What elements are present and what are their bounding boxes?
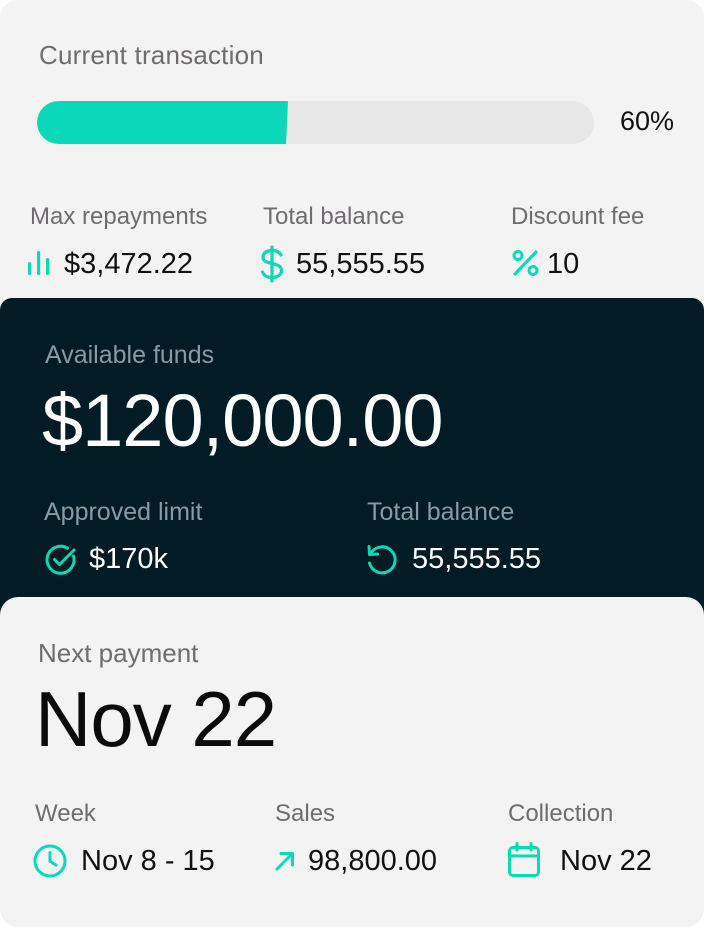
collection-value: Nov 22 xyxy=(560,845,652,877)
total-balance-label: Total balance xyxy=(263,203,405,230)
transaction-progress-bar xyxy=(37,101,594,144)
available-funds-label: Available funds xyxy=(45,341,215,369)
percent-icon xyxy=(511,249,541,282)
approved-limit-label: Approved limit xyxy=(44,498,203,526)
sales-label: Sales xyxy=(275,800,336,827)
next-payment-date: Nov 22 xyxy=(35,675,277,763)
available-funds-amount: $120,000.00 xyxy=(42,379,444,462)
arrow-up-right-icon xyxy=(273,849,297,878)
progress-percent: 60% xyxy=(620,106,675,136)
bar-chart-icon xyxy=(27,248,51,283)
transaction-title: Current transaction xyxy=(39,40,264,70)
funds-total-balance-value: 55,555.55 xyxy=(412,543,542,575)
progress-fill xyxy=(37,101,288,144)
funds-total-balance-label: Total balance xyxy=(367,498,515,526)
check-circle-icon xyxy=(44,543,78,582)
next-payment-label: Next payment xyxy=(38,638,199,668)
week-label: Week xyxy=(35,800,96,827)
collection-label: Collection xyxy=(508,800,614,827)
sales-value: 98,800.00 xyxy=(308,845,438,877)
approved-limit-value: $170k xyxy=(89,543,169,575)
clock-icon xyxy=(32,843,68,884)
week-value: Nov 8 - 15 xyxy=(81,845,215,877)
discount-fee-label: Discount fee xyxy=(511,203,645,230)
discount-fee-value: 10 xyxy=(547,248,580,280)
calendar-icon xyxy=(507,842,541,883)
total-balance-value: 55,555.55 xyxy=(296,248,426,280)
max-repayments-value: $3,472.22 xyxy=(64,248,194,280)
dashboard: Current transaction 60% Max repayments $… xyxy=(0,0,704,927)
max-repayments-label: Max repayments xyxy=(30,203,208,230)
refresh-icon xyxy=(364,542,400,583)
dollar-icon xyxy=(258,245,286,288)
